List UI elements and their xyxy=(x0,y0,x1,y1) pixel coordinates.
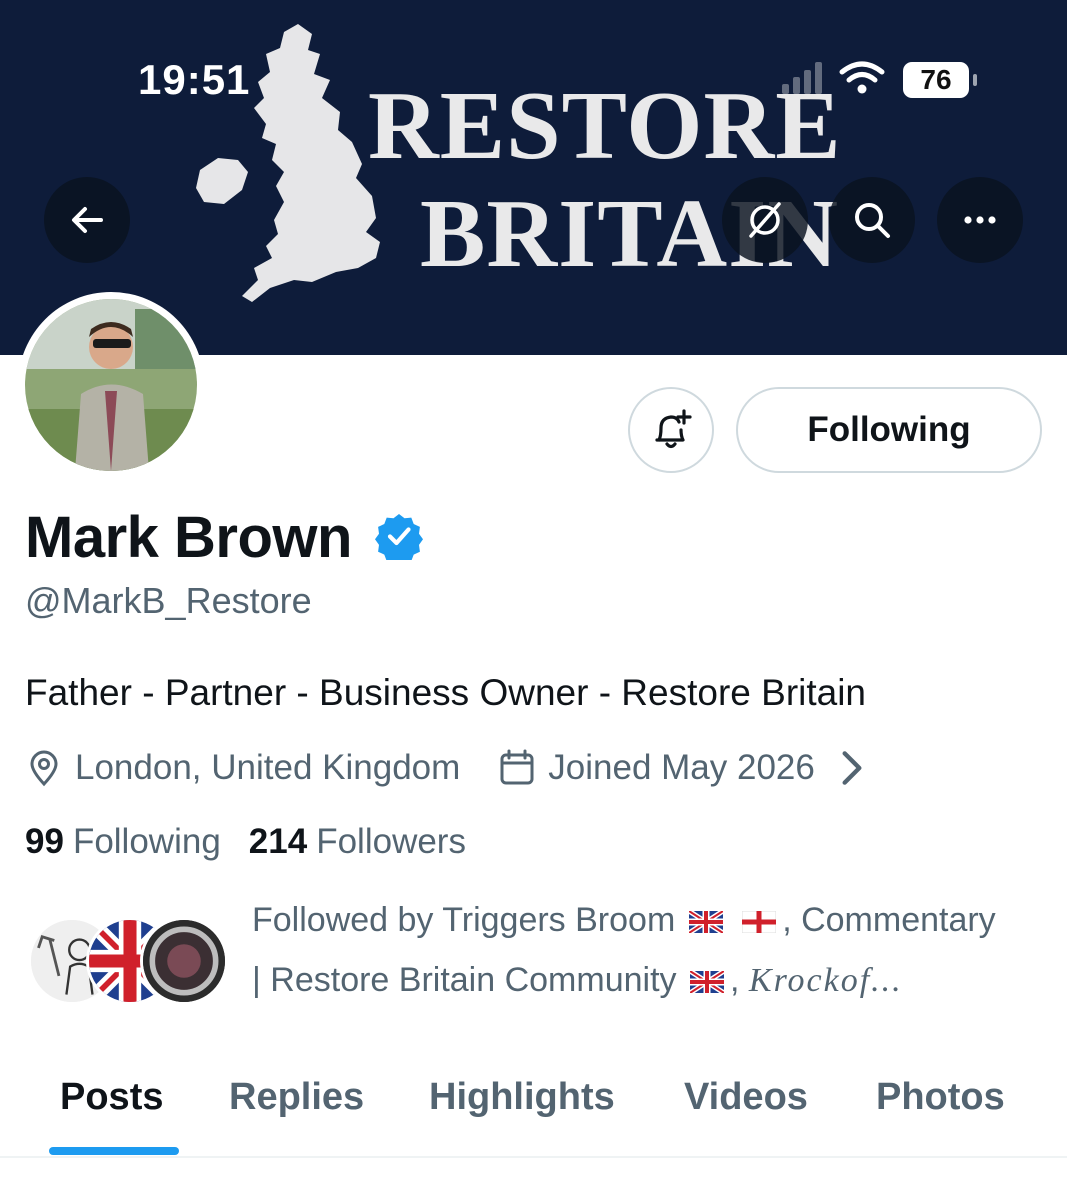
following-button[interactable]: Following xyxy=(736,387,1042,473)
followed-by-middle: , Commentary xyxy=(782,901,996,939)
location-pin-icon xyxy=(30,750,58,787)
more-button[interactable] xyxy=(937,177,1023,263)
profile-location: London, United Kingdom xyxy=(75,748,461,787)
followed-by-prefix: Followed by Triggers Broom xyxy=(252,901,676,939)
follower-avatar xyxy=(140,917,228,1005)
profile-stats: 99 Following 214 Followers xyxy=(25,822,466,862)
profile-meta-row: London, United Kingdom Joined May 2026 xyxy=(25,746,883,790)
following-label: Following xyxy=(72,822,221,861)
tab-videos[interactable]: Videos xyxy=(684,1076,808,1119)
followers-stat-link[interactable]: 214 Followers xyxy=(249,822,466,862)
profile-joined-date[interactable]: Joined May 2026 xyxy=(548,748,815,788)
following-count: 99 xyxy=(25,822,64,861)
grok-button[interactable] xyxy=(722,177,808,263)
tab-posts[interactable]: Posts xyxy=(60,1076,163,1119)
chevron-right-icon[interactable] xyxy=(833,749,871,787)
search-icon xyxy=(855,203,890,238)
active-tab-indicator xyxy=(49,1147,179,1155)
tab-photos[interactable]: Photos xyxy=(876,1076,1005,1119)
grok-icon xyxy=(749,202,781,238)
notifications-button[interactable] xyxy=(628,387,714,473)
followed-by-line2: | Restore Britain Community xyxy=(252,961,677,999)
england-flag-icon xyxy=(742,911,777,934)
more-horizontal-icon xyxy=(964,216,996,224)
profile-tabs: Posts Replies Highlights Videos Photos xyxy=(0,1060,1067,1158)
following-stat-link[interactable]: 99 Following xyxy=(25,822,221,862)
uk-flag-icon xyxy=(689,971,724,994)
banner-title-line1: RESTORE xyxy=(368,72,842,180)
signal-icon xyxy=(782,62,822,94)
profile-avatar[interactable] xyxy=(18,292,204,478)
followers-label: Followers xyxy=(316,822,466,861)
tab-highlights[interactable]: Highlights xyxy=(429,1076,615,1119)
search-button[interactable] xyxy=(829,177,915,263)
uk-flag-icon xyxy=(688,911,723,934)
followed-by-text[interactable]: Followed by Triggers Broom , Commentary … xyxy=(252,890,1052,1011)
followed-by-avatars[interactable] xyxy=(28,917,228,1005)
battery-indicator: 76 xyxy=(903,62,977,98)
followed-by-last: Krockof... xyxy=(748,962,903,999)
verified-badge-icon[interactable] xyxy=(375,512,423,560)
status-time: 19:51 xyxy=(138,56,251,103)
profile-display-name: Mark Brown xyxy=(25,505,352,570)
bell-plus-icon xyxy=(655,409,692,449)
followed-by-suffix: , xyxy=(729,961,749,999)
profile-banner[interactable]: RESTORE BRITAIN xyxy=(0,0,1067,355)
profile-bio: Father - Partner - Business Owner - Rest… xyxy=(25,672,867,713)
wifi-icon xyxy=(839,61,885,94)
profile-handle: @MarkB_Restore xyxy=(25,580,312,621)
calendar-icon xyxy=(500,749,534,785)
back-button[interactable] xyxy=(44,177,130,263)
tab-replies[interactable]: Replies xyxy=(229,1076,364,1119)
avatar-photo xyxy=(25,299,197,471)
arrow-left-icon xyxy=(72,207,103,233)
followers-count: 214 xyxy=(248,822,308,861)
